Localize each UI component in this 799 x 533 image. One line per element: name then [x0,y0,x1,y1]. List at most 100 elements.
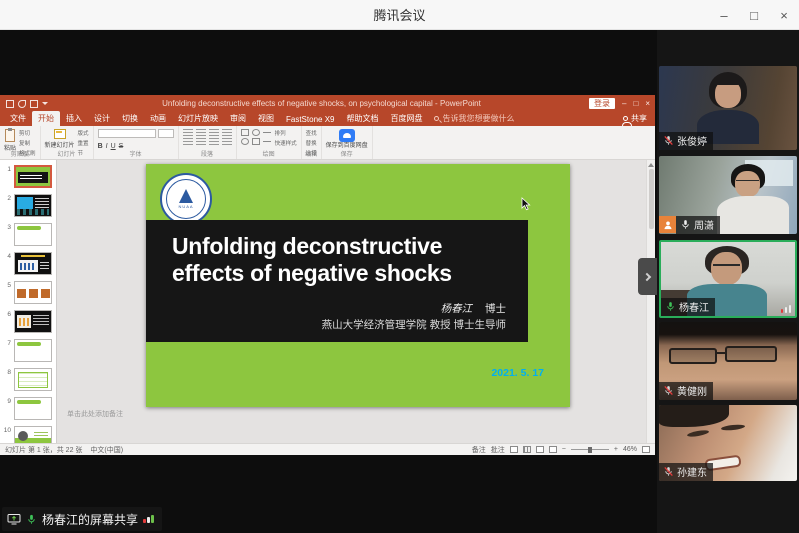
slide-title-box[interactable]: Unfolding deconstructive effects of nega… [146,220,528,342]
mic-on-icon [26,514,37,525]
scrollbar-thumb[interactable] [649,169,654,229]
textbox-shape-icon[interactable] [252,138,260,145]
ppt-share-button[interactable]: 共享 [615,113,655,126]
slide-thumbnail-9[interactable]: 9 [0,397,54,420]
slideshow-view-icon[interactable] [549,446,557,453]
numbering-icon[interactable] [196,129,206,136]
find-button[interactable]: 查找 [306,129,317,137]
customize-qat-icon[interactable] [42,102,48,105]
participant-tile-1[interactable]: 张俊婷 [659,66,797,150]
align-right-icon[interactable] [209,138,219,145]
tab-review[interactable]: 审阅 [224,111,252,126]
clipboard-group: 粘贴 剪切 复制 格式刷 剪贴板 [0,126,41,159]
copy-button[interactable]: 复制 [19,139,36,147]
drawing-group-label: 绘图 [237,149,301,158]
normal-view-icon[interactable] [510,446,518,453]
align-center-icon[interactable] [196,138,206,145]
participant-tile-5[interactable]: 孙建东 [659,405,797,481]
font-group-label: 字体 [94,149,178,158]
undo-icon[interactable] [18,100,26,108]
screen-share-banner[interactable]: 杨春江的屏幕共享 [2,507,162,531]
reset-button[interactable]: 重置 [78,139,89,147]
slide-thumbnail-8[interactable]: 8 [0,368,54,391]
tab-file[interactable]: 文件 [4,111,32,126]
font-name-combobox[interactable] [98,129,156,138]
ppt-close-button[interactable]: × [645,99,650,108]
font-size-combobox[interactable] [158,129,174,138]
slide-thumbnail-10[interactable]: 10 [0,426,54,443]
tab-help[interactable]: 帮助文档 [340,111,384,126]
quick-access-toolbar [0,100,54,108]
fit-to-window-icon[interactable] [642,446,650,453]
sign-in-button[interactable]: 登录 [589,98,615,109]
bullets-icon[interactable] [183,129,193,136]
reading-view-icon[interactable] [536,446,544,453]
paragraph-group: 段落 [179,126,237,159]
participant-name: 杨春江 [679,299,709,314]
new-slide-button[interactable]: 新建幻灯片 [45,129,75,149]
rectangle-shape-icon[interactable] [241,129,249,136]
tab-view[interactable]: 视图 [252,111,280,126]
zoom-in-button[interactable]: + [614,446,618,453]
slide-thumbnail-2[interactable]: 2 [0,194,54,217]
scroll-up-icon[interactable] [648,163,654,167]
ellipse-shape-icon[interactable] [252,129,260,136]
slide-canvas[interactable]: NUAA Unfolding deconstructive effects of… [146,164,570,407]
slide-thumbnail-6[interactable]: 6 [0,310,54,333]
arrange-button[interactable]: 排列 [275,129,297,137]
save-to-baidu-button[interactable]: 保存到百度网盘 [326,129,368,150]
line-shape-icon[interactable] [263,132,271,133]
quick-styles-button[interactable]: 快速样式 [275,139,297,147]
tab-faststone[interactable]: FastStone X9 [280,113,340,126]
slide-scrollbar[interactable] [646,160,655,443]
indent-icon[interactable] [209,129,219,136]
ppt-minimize-button[interactable]: – [622,99,626,108]
ribbon-tab-bar: 文件 开始 插入 设计 切换 动画 幻灯片放映 审阅 视图 FastStone … [0,112,655,126]
save-icon[interactable] [6,100,14,108]
sidebar-collapse-handle[interactable] [638,258,657,295]
justify-icon[interactable] [222,138,232,145]
language-indicator[interactable]: 中文(中国) [90,445,123,455]
slide-thumbnail-1[interactable]: 1 [0,165,54,188]
maximize-button[interactable]: □ [739,0,769,30]
align-left-icon[interactable] [183,138,193,145]
participant-tile-2[interactable]: 周潇 [659,156,797,234]
zoom-level[interactable]: 46% [623,446,637,453]
zoom-out-button[interactable]: − [562,446,566,453]
participant-tile-3[interactable]: 杨春江 [659,240,797,318]
slide-thumbnail-7[interactable]: 7 [0,339,54,362]
tab-transitions[interactable]: 切换 [116,111,144,126]
slideshow-icon[interactable] [30,100,38,108]
slide-thumbnail-4[interactable]: 4 [0,252,54,275]
search-hint: 告诉我您想要做什么 [442,113,514,124]
meeting-stage: Unfolding deconstructive effects of nega… [0,30,799,533]
arrow-shape-icon[interactable] [241,138,249,145]
comments-toggle[interactable]: 批注 [491,445,505,455]
slide-thumbnail-3[interactable]: 3 [0,223,54,246]
replace-button[interactable]: 替换 [306,139,317,147]
tab-baidu-pan[interactable]: 百度网盘 [384,111,428,126]
share-label: 共享 [631,113,647,124]
slide-thumbnail-panel[interactable]: 1 2 3 4 [0,160,57,443]
notes-toggle[interactable]: 备注 [472,445,486,455]
zoom-slider[interactable] [571,449,609,450]
slide-author-line: 杨春江 博士 [441,301,506,316]
tab-home[interactable]: 开始 [32,111,60,126]
layout-button[interactable]: 版式 [78,129,89,137]
connector-shape-icon[interactable] [263,141,271,142]
line-spacing-icon[interactable] [222,129,232,136]
cut-button[interactable]: 剪切 [19,129,36,137]
tell-me-search[interactable]: 告诉我您想要做什么 [428,113,520,126]
tab-animations[interactable]: 动画 [144,111,172,126]
ppt-restore-button[interactable]: □ [633,99,638,108]
editing-group-label: 编辑 [302,149,321,158]
tab-insert[interactable]: 插入 [60,111,88,126]
participant-tile-4[interactable]: 黄健刚 [659,322,797,400]
minimize-button[interactable]: – [709,0,739,30]
slide-sorter-view-icon[interactable] [523,446,531,453]
slide-thumbnail-5[interactable]: 5 [0,281,54,304]
close-button[interactable]: × [769,0,799,30]
notes-placeholder[interactable]: 单击此处添加备注 [67,409,123,419]
tab-design[interactable]: 设计 [88,111,116,126]
tab-slideshow[interactable]: 幻灯片放映 [172,111,224,126]
